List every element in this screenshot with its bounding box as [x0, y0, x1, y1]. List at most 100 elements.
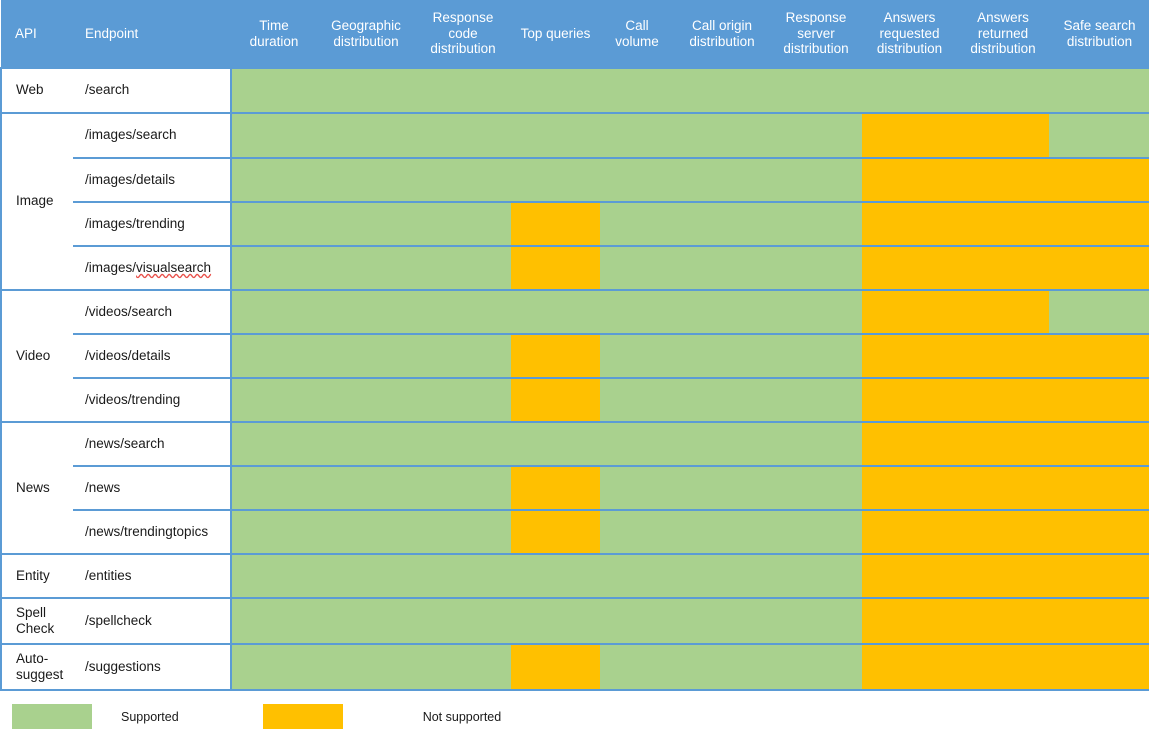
support-cell-supported — [511, 597, 600, 644]
support-cell-supported — [770, 597, 862, 644]
support-cell-supported — [317, 465, 415, 510]
api-group-cell: Auto-suggest — [0, 643, 73, 691]
support-cell-unsupported — [957, 465, 1049, 510]
api-group-cell: Entity — [0, 553, 73, 599]
endpoint-label: /entities — [85, 567, 132, 583]
endpoint-cell: /images/search — [73, 112, 232, 158]
support-cell-supported — [231, 553, 317, 598]
support-cell-unsupported — [957, 553, 1049, 598]
support-cell-supported — [674, 553, 770, 598]
table-row: Image/images/search — [0, 112, 1149, 291]
support-cell-unsupported — [1049, 245, 1149, 290]
table-row: Spell Check/spellcheck — [0, 597, 1149, 645]
support-cell-supported — [317, 201, 415, 246]
support-cell-supported — [674, 509, 770, 554]
support-cell-supported — [600, 643, 674, 691]
support-cell-supported — [231, 289, 317, 334]
table-row: /images/trending — [1, 201, 1149, 246]
support-cell-unsupported — [1049, 465, 1149, 510]
support-cell-unsupported — [862, 157, 957, 202]
misspelled-word: visualsearch — [136, 259, 212, 275]
support-cell-supported — [770, 289, 862, 334]
support-cell-supported — [674, 289, 770, 334]
api-group-label: Image — [16, 193, 54, 209]
api-group-cell: Image — [0, 112, 73, 291]
support-cell-supported — [674, 465, 770, 510]
support-cell-supported — [600, 201, 674, 246]
support-cell-supported — [600, 597, 674, 644]
table-row: /videos/trending — [1, 377, 1149, 423]
support-cell-supported — [415, 643, 511, 691]
support-cell-supported — [317, 112, 415, 158]
legend-label-not-supported: Not supported — [422, 709, 502, 724]
support-cell-supported — [1049, 289, 1149, 334]
support-cell-supported — [770, 553, 862, 598]
column-header-call-origin-distribution: Call origin distribution — [674, 0, 770, 68]
support-cell-unsupported — [957, 421, 1049, 466]
endpoint-label: /images/details — [85, 171, 176, 187]
support-cell-supported — [415, 377, 511, 422]
support-cell-unsupported — [957, 377, 1049, 422]
table-row: /news/trendingtopics — [1, 509, 1149, 555]
endpoint-label: /images/visualsearch — [85, 259, 212, 275]
support-matrix-table: API Endpoint Time duration Geographic di… — [0, 0, 1149, 691]
support-cell-supported — [415, 67, 511, 113]
support-cell-unsupported — [862, 553, 957, 598]
endpoint-cell: /entities — [73, 553, 232, 599]
support-cell-supported — [415, 509, 511, 554]
endpoint-cell: /news/search — [73, 421, 232, 466]
support-cell-supported — [600, 553, 674, 598]
support-cell-unsupported — [957, 333, 1049, 378]
support-cell-unsupported — [862, 112, 957, 158]
support-cell-supported — [415, 597, 511, 644]
support-cell-supported — [770, 201, 862, 246]
support-cell-unsupported — [511, 201, 600, 246]
support-cell-supported — [415, 465, 511, 510]
support-cell-unsupported — [1049, 421, 1149, 466]
legend-label-supported: Supported — [121, 709, 179, 724]
column-header-geographic-distribution: Geographic distribution — [317, 0, 415, 68]
api-group-label: Spell Check — [16, 604, 55, 636]
support-cell-supported — [674, 421, 770, 466]
legend: Supported Not supported — [12, 704, 501, 729]
support-cell-supported — [674, 157, 770, 202]
api-group-cell: Web — [0, 67, 73, 114]
support-cell-supported — [674, 67, 770, 113]
support-cell-unsupported — [862, 465, 957, 510]
support-cell-supported — [1049, 112, 1149, 158]
support-cell-supported — [600, 509, 674, 554]
column-header-response-code-distribution: Response code distribution — [415, 0, 511, 68]
endpoint-label: /search — [85, 82, 130, 98]
support-cell-supported — [770, 333, 862, 378]
endpoint-label: /news — [85, 479, 121, 495]
endpoint-label: /spellcheck — [85, 612, 152, 628]
support-cell-unsupported — [862, 289, 957, 334]
api-group-label: Auto-suggest — [16, 650, 64, 682]
support-cell-supported — [231, 597, 317, 644]
support-cell-supported — [770, 377, 862, 422]
support-cell-unsupported — [862, 377, 957, 422]
support-cell-supported — [674, 377, 770, 422]
support-cell-supported — [600, 465, 674, 510]
support-cell-supported — [770, 157, 862, 202]
support-cell-supported — [317, 643, 415, 691]
support-cell-supported — [317, 289, 415, 334]
support-cell-supported — [511, 289, 600, 334]
support-cell-unsupported — [1049, 643, 1149, 691]
support-cell-unsupported — [957, 112, 1049, 158]
column-header-api: API — [1, 0, 73, 68]
support-cell-supported — [317, 377, 415, 422]
support-cell-supported — [317, 245, 415, 290]
support-cell-supported — [415, 289, 511, 334]
support-cell-supported — [317, 509, 415, 554]
support-cell-supported — [600, 245, 674, 290]
support-cell-supported — [415, 157, 511, 202]
support-cell-supported — [231, 67, 317, 113]
support-cell-unsupported — [862, 421, 957, 466]
support-cell-supported — [600, 377, 674, 422]
support-cell-supported — [600, 67, 674, 113]
support-cell-supported — [317, 333, 415, 378]
endpoint-cell: /news — [73, 465, 232, 510]
support-cell-unsupported — [511, 465, 600, 510]
header-row: API Endpoint Time duration Geographic di… — [1, 0, 1149, 68]
